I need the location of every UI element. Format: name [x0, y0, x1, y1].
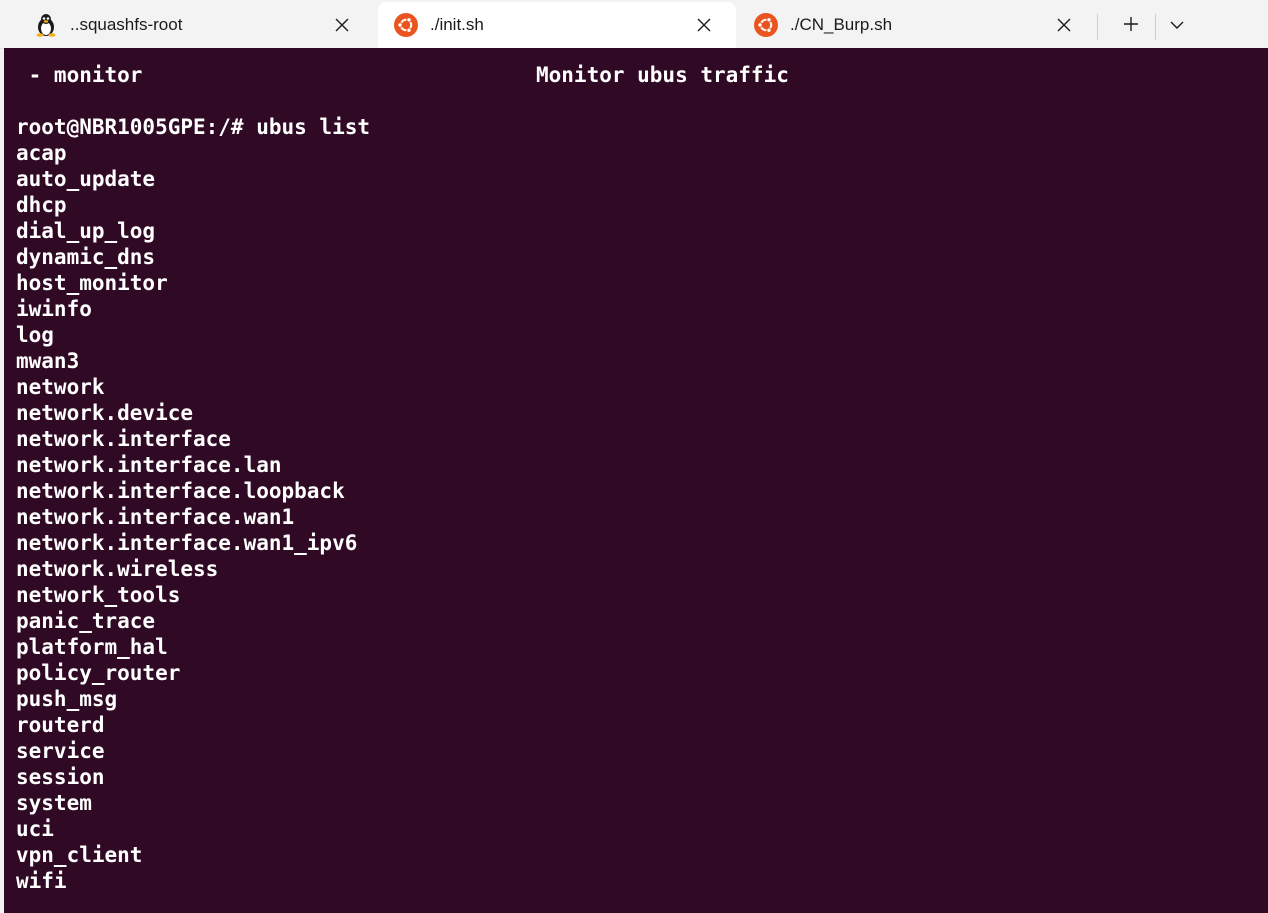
output-line: network.interface.wan1_ipv6 — [16, 531, 358, 555]
tab-title: ./init.sh — [430, 15, 484, 34]
output-line: dial_up_log — [16, 219, 156, 243]
tab-divider — [1097, 14, 1098, 40]
output-line: iwinfo — [16, 297, 92, 321]
plus-icon — [1123, 16, 1139, 37]
output-line: network.wireless — [16, 557, 219, 581]
output-line: network — [16, 375, 105, 399]
output-line: service — [16, 739, 105, 763]
tab-dropdown-button[interactable] — [1161, 10, 1193, 42]
close-icon[interactable] — [328, 11, 356, 39]
close-icon[interactable] — [1050, 11, 1078, 39]
ubuntu-icon — [754, 13, 778, 37]
terminal-window: ..squashfs-root ./init.sh ./CN_Burp.sh -… — [0, 0, 1268, 913]
linux-penguin-icon — [34, 13, 58, 37]
output-line: platform_hal — [16, 635, 168, 659]
terminal-output[interactable]: - monitor Monitor ubus traffic root@NBR1… — [4, 48, 1268, 913]
output-line: policy_router — [16, 661, 181, 685]
command-prompt: root@NBR1005GPE:/# ubus list — [16, 115, 371, 139]
output-line: dhcp — [16, 193, 67, 217]
output-line: auto_update — [16, 167, 156, 191]
tab-cn-burp-sh[interactable]: ./CN_Burp.sh — [738, 2, 1096, 48]
tab-init-sh[interactable]: ./init.sh — [378, 2, 736, 48]
output-line: network.interface — [16, 427, 231, 451]
tab-title: ..squashfs-root — [70, 15, 183, 34]
output-line: acap — [16, 141, 67, 165]
output-line: network.interface.loopback — [16, 479, 345, 503]
new-tab-button[interactable] — [1115, 10, 1147, 42]
output-line: network.interface.lan — [16, 453, 282, 477]
tab-squashfs-root[interactable]: ..squashfs-root — [18, 2, 374, 48]
tab-bar: ..squashfs-root ./init.sh ./CN_Burp.sh — [0, 0, 1268, 49]
ubuntu-icon — [394, 13, 418, 37]
output-line: dynamic_dns — [16, 245, 156, 269]
help-description: Monitor ubus traffic — [536, 63, 789, 87]
output-line: panic_trace — [16, 609, 156, 633]
output-line: mwan3 — [16, 349, 80, 373]
output-line: session — [16, 765, 105, 789]
close-icon[interactable] — [690, 11, 718, 39]
output-line: routerd — [16, 713, 105, 737]
tab-title: ./CN_Burp.sh — [790, 15, 893, 34]
output-line: network_tools — [16, 583, 181, 607]
output-line: network.device — [16, 401, 194, 425]
help-command: - monitor — [16, 63, 143, 87]
output-line: network.interface.wan1 — [16, 505, 295, 529]
output-line: log — [16, 323, 54, 347]
tab-divider — [1155, 14, 1156, 40]
output-line: uci — [16, 817, 54, 841]
output-line: vpn_client — [16, 843, 143, 867]
chevron-down-icon — [1170, 17, 1184, 35]
output-line: system — [16, 791, 92, 815]
output-line: host_monitor — [16, 271, 168, 295]
output-line: wifi — [16, 869, 67, 893]
output-line: push_msg — [16, 687, 118, 711]
